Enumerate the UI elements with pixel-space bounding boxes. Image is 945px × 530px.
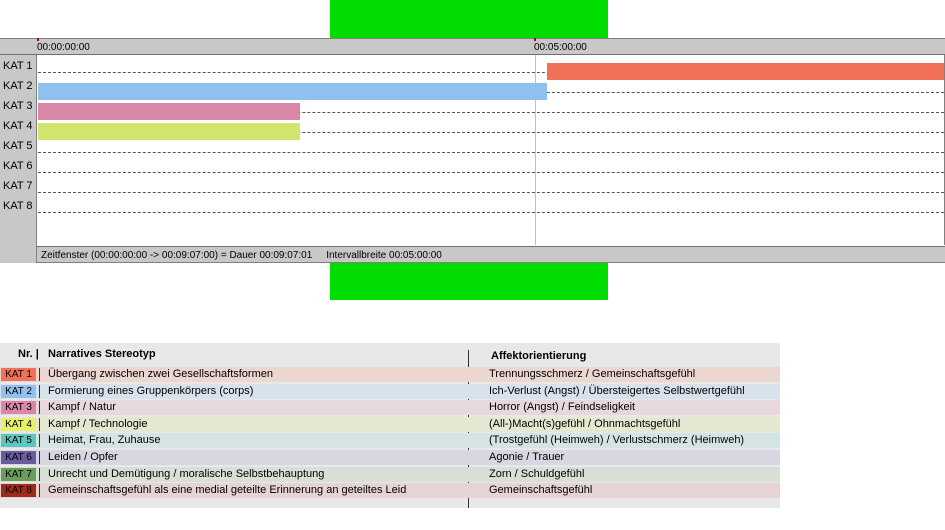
row-divider <box>38 192 944 193</box>
category-badge: KAT 5 <box>1 434 36 448</box>
legend-row: KAT 2 Formierung eines Gruppenkörpers (co… <box>0 383 780 399</box>
category-badge: KAT 7 <box>1 467 36 481</box>
category-label: KAT 3 <box>3 100 33 112</box>
affect-text: (Trostgefühl (Heimweh) / Verlustschmerz … <box>489 434 745 447</box>
badge-separator <box>39 384 40 398</box>
category-label: KAT 4 <box>3 120 33 132</box>
row-divider <box>38 172 944 173</box>
legend-row: KAT 1 Übergang zwischen zwei Gesellschaft… <box>0 367 780 382</box>
legend-row: KAT 4 Kampf / Technologie (All-)Macht(s)ge… <box>0 416 780 432</box>
legend-row: KAT 8 Gemeinschaftsgefühl als eine medial… <box>0 483 780 499</box>
stereotype-text: Leiden / Opfer <box>48 451 118 463</box>
legend-row: KAT 5 Heimat, Frau, Zuhause (Trostgefühl (… <box>0 433 780 449</box>
category-label: KAT 2 <box>3 80 33 92</box>
category-label: KAT 5 <box>3 140 33 152</box>
stereotype-text: Formierung eines Gruppenkörpers (corps) <box>48 384 254 397</box>
legend-row: KAT 7 Unrecht und Demütigung / moralische… <box>0 466 780 482</box>
time-window-text: Zeitfenster (00:00:00:00 -> 00:09:07:00)… <box>41 250 313 261</box>
badge-separator <box>39 401 40 415</box>
legend-row: KAT 6 Leiden / Opfer Agonie / Trauer <box>0 450 780 465</box>
affect-text: Agonie / Trauer <box>489 451 565 463</box>
interval-bar[interactable] <box>38 83 547 100</box>
affect-text: Horror (Angst) / Feindseligkeit <box>489 401 636 414</box>
interval-bar[interactable] <box>546 63 944 80</box>
badge-separator <box>39 467 40 481</box>
category-badge: KAT 2 <box>1 384 36 398</box>
time-window-status: Zeitfenster (00:00:00:00 -> 00:09:07:00)… <box>41 250 442 261</box>
interval-bar[interactable] <box>38 123 300 140</box>
tick-marker <box>37 38 39 41</box>
category-badge: KAT 8 <box>1 484 36 498</box>
legend-header-affect: Affektorientierung <box>491 350 587 362</box>
affect-text: Gemeinschaftsgefühl <box>489 484 593 497</box>
badge-separator <box>39 451 40 464</box>
category-badge: KAT 4 <box>1 417 36 431</box>
badge-separator <box>39 368 40 381</box>
tick-marker <box>534 38 536 41</box>
category-legend-table: Nr. | Narratives Stereotyp Affektorienti… <box>0 343 780 508</box>
badge-separator <box>39 484 40 498</box>
legend-header-stereotype: Narratives Stereotyp <box>48 348 156 360</box>
category-label: KAT 1 <box>3 60 33 72</box>
stereotype-text: Kampf / Technologie <box>48 417 148 430</box>
category-label: KAT 8 <box>3 200 33 212</box>
time-ruler[interactable] <box>0 38 945 55</box>
affect-text: Ich-Verlust (Angst) / Übersteigertes Sel… <box>489 384 745 397</box>
timeline-panel[interactable]: 00:00:00:00 00:05:00:00 KAT 1 KAT 2 KAT 3 K… <box>0 38 945 263</box>
affect-text: Zorn / Schuldgefühl <box>489 467 585 480</box>
stereotype-text: Gemeinschaftsgefühl als eine medial gete… <box>48 484 407 497</box>
interval-width-text: Intervallbreite 00:05:00:00 <box>326 250 442 261</box>
tick-label: 00:05:00:00 <box>534 42 587 53</box>
stereotype-text: Unrecht und Demütigung / moralische Selb… <box>48 467 325 480</box>
stereotype-text: Heimat, Frau, Zuhause <box>48 434 161 447</box>
stereotype-text: Kampf / Natur <box>48 401 116 414</box>
legend-header-number: Nr. | <box>18 348 39 360</box>
category-badge: KAT 3 <box>1 401 36 415</box>
tick-label: 00:00:00:00 <box>37 42 90 53</box>
category-label: KAT 7 <box>3 180 33 192</box>
category-badge: KAT 1 <box>1 368 36 381</box>
affect-text: Trennungsschmerz / Gemeinschaftsgefühl <box>489 368 696 380</box>
legend-row: KAT 3 Kampf / Natur Horror (Angst) / Feind… <box>0 400 780 416</box>
green-background-block-top <box>330 0 608 38</box>
row-divider <box>38 152 944 153</box>
category-label: KAT 6 <box>3 160 33 172</box>
badge-separator <box>39 434 40 448</box>
row-divider <box>38 212 944 213</box>
stereotype-text: Übergang zwischen zwei Gesellschaftsform… <box>48 368 273 380</box>
interval-bar[interactable] <box>38 103 300 120</box>
category-badge: KAT 6 <box>1 451 36 464</box>
green-background-block-bottom <box>330 263 608 300</box>
affect-text: (All-)Macht(s)gefühl / Ohnmachtsgefühl <box>489 417 681 430</box>
badge-separator <box>39 417 40 431</box>
